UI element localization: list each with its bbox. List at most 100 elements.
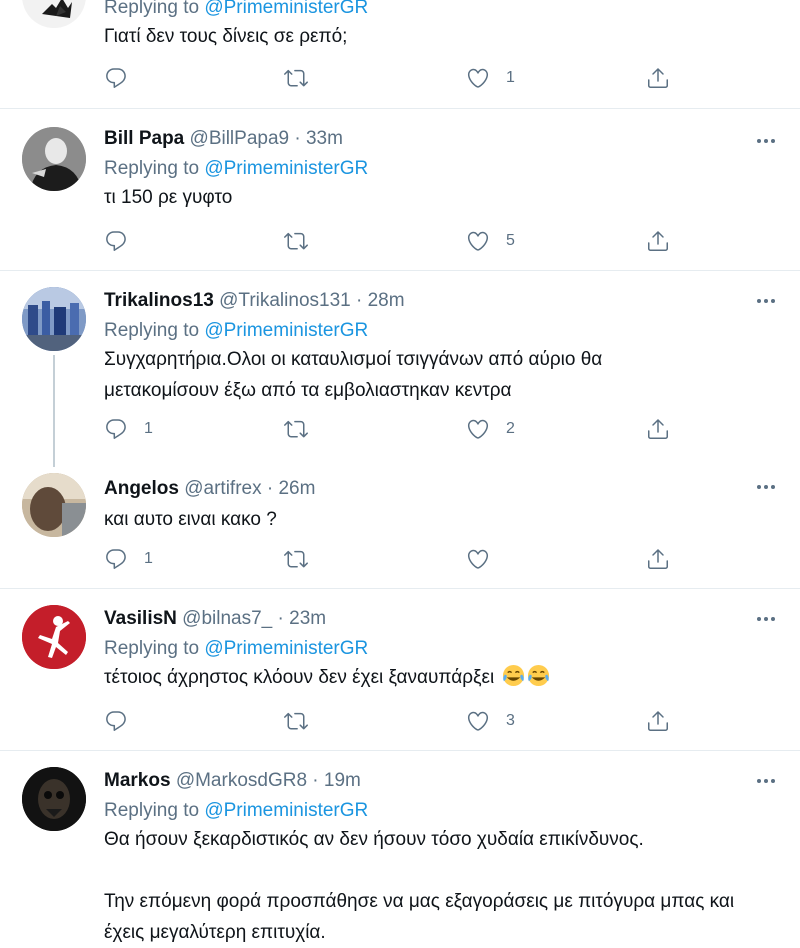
- handle-time[interactable]: @MarkosdGR8 · 19m: [176, 770, 361, 791]
- reply-button[interactable]: [104, 227, 144, 255]
- heart-outline-icon: [466, 709, 490, 733]
- share-button[interactable]: [646, 64, 670, 92]
- tweet-actions: 1: [104, 64, 684, 92]
- share-upload-icon: [646, 66, 670, 90]
- tweet-reply[interactable]: Angelos @artifrex · 26m και αυτο ειναι κ…: [0, 461, 800, 589]
- heart-outline-icon: [466, 66, 490, 90]
- avatar[interactable]: [22, 0, 86, 28]
- replying-to-label: Replying to: [104, 638, 200, 659]
- tweet-reply[interactable]: Trikalinos13 @Trikalinos131 · 28m Replyi…: [0, 271, 800, 467]
- tweet-text: τι 150 ρε γυφτο: [104, 182, 740, 213]
- speech-bubble-icon: [104, 709, 128, 733]
- heart-outline-icon: [466, 229, 490, 253]
- avatar[interactable]: [22, 287, 86, 351]
- reply-button[interactable]: 1: [104, 415, 153, 443]
- replying-to-label: Replying to: [104, 158, 200, 179]
- tweet-header: Angelos @artifrex · 26m: [104, 477, 740, 501]
- reply-button[interactable]: [104, 64, 144, 92]
- tweet-header: Markos @MarkosdGR8 · 19m: [104, 769, 740, 793]
- three-dots-icon[interactable]: [754, 769, 778, 793]
- tweet-text: Θα ήσουν ξεκαρδιστικός αν δεν ήσουν τόσο…: [104, 824, 740, 948]
- like-count: 2: [506, 420, 515, 437]
- share-button[interactable]: [646, 545, 670, 573]
- tweet-text-line: και αυτο ειναι κακο ?: [104, 509, 277, 530]
- speech-bubble-icon: [104, 66, 128, 90]
- retweet-button[interactable]: [284, 227, 324, 255]
- replying-to: Replying to @PrimeministerGR: [104, 157, 740, 181]
- retweet-button[interactable]: [284, 415, 324, 443]
- retweet-arrows-icon: [284, 547, 308, 571]
- tweet-header: Bill Papa @BillPapa9 · 33m: [104, 127, 740, 151]
- share-button[interactable]: [646, 707, 670, 735]
- share-button[interactable]: [646, 227, 670, 255]
- tweet-text-line: Θα ήσουν ξεκαρδιστικός αν δεν ήσουν τόσο…: [104, 829, 644, 850]
- share-button[interactable]: [646, 415, 670, 443]
- three-dots-icon[interactable]: [754, 129, 778, 153]
- handle-time[interactable]: @Trikalinos131 · 28m: [219, 290, 404, 311]
- three-dots-icon[interactable]: [754, 475, 778, 499]
- reply-button[interactable]: 1: [104, 545, 153, 573]
- mention-link[interactable]: @PrimeministerGR: [204, 638, 368, 659]
- reply-count: 1: [144, 420, 153, 437]
- tweet-text-line: έχεις μεγαλύτερη επιτυχία.: [104, 922, 326, 943]
- reply-button[interactable]: [104, 707, 144, 735]
- avatar[interactable]: [22, 473, 86, 537]
- thread-connector-line: [53, 355, 55, 467]
- retweet-arrows-icon: [284, 417, 308, 441]
- tweet-text: και αυτο ειναι κακο ?: [104, 504, 740, 535]
- handle-time[interactable]: @bilnas7_ · 23m: [182, 608, 326, 629]
- tweet-header: Trikalinos13 @Trikalinos131 · 28m: [104, 289, 740, 313]
- replying-to: Replying to @PrimeministerGR: [104, 799, 740, 823]
- retweet-button[interactable]: [284, 707, 324, 735]
- retweet-button[interactable]: [284, 545, 324, 573]
- like-count: 1: [506, 69, 515, 86]
- tweet-text: Γιατί δεν τους δίνεις σε ρεπό;: [104, 21, 740, 52]
- avatar[interactable]: [22, 605, 86, 669]
- tweet-reply[interactable]: VasilisN @bilnas7_ · 23m Replying to @Pr…: [0, 589, 800, 751]
- tweet-text-line: τέτοιος άχρηστος κλόουν δεν έχει ξαναυπά…: [104, 667, 495, 688]
- tweet-reply[interactable]: Bill Papa @BillPapa9 · 33m Replying to @…: [0, 109, 800, 271]
- tweet-reply[interactable]: Replying to @PrimeministerGR Γιατί δεν τ…: [0, 0, 800, 109]
- tweet-reply[interactable]: Markos @MarkosdGR8 · 19m Replying to @Pr…: [0, 751, 800, 948]
- display-name[interactable]: Trikalinos13: [104, 290, 214, 311]
- tweet-actions: 5: [104, 227, 684, 255]
- display-name[interactable]: Angelos: [104, 478, 179, 499]
- mention-link[interactable]: @PrimeministerGR: [204, 320, 368, 341]
- tweet-text-line: [104, 855, 740, 886]
- share-upload-icon: [646, 709, 670, 733]
- share-upload-icon: [646, 229, 670, 253]
- retweet-button[interactable]: [284, 64, 324, 92]
- like-button[interactable]: 1: [466, 64, 515, 92]
- replying-to-label: Replying to: [104, 800, 200, 821]
- mention-link[interactable]: @PrimeministerGR: [204, 0, 368, 18]
- display-name[interactable]: Markos: [104, 770, 171, 791]
- tweet-actions: 1: [104, 545, 684, 573]
- replying-to-label: Replying to: [104, 320, 200, 341]
- display-name[interactable]: Bill Papa: [104, 128, 184, 149]
- like-button[interactable]: 5: [466, 227, 515, 255]
- mention-link[interactable]: @PrimeministerGR: [204, 158, 368, 179]
- like-button[interactable]: 2: [466, 415, 515, 443]
- handle-time[interactable]: @BillPapa9 · 33m: [190, 128, 343, 149]
- avatar[interactable]: [22, 127, 86, 191]
- tweet-text: Συγχαρητήρια.Ολοι οι καταυλισμοί τσιγγάν…: [104, 344, 740, 406]
- like-button[interactable]: 3: [466, 707, 515, 735]
- reply-count: 1: [144, 550, 153, 567]
- replying-to-label: Replying to: [104, 0, 200, 18]
- retweet-arrows-icon: [284, 66, 308, 90]
- tweet-text-line: Συγχαρητήρια.Ολοι οι καταυλισμοί τσιγγάν…: [104, 349, 603, 370]
- tweet-text-line: τι 150 ρε γυφτο: [104, 187, 233, 208]
- share-upload-icon: [646, 417, 670, 441]
- tweet-text: τέτοιος άχρηστος κλόουν δεν έχει ξαναυπά…: [104, 662, 740, 693]
- like-button[interactable]: [466, 545, 506, 573]
- tweet-actions: 1 2: [104, 415, 684, 443]
- handle-time[interactable]: @artifrex · 26m: [184, 478, 315, 499]
- mention-link[interactable]: @PrimeministerGR: [204, 800, 368, 821]
- three-dots-icon[interactable]: [754, 289, 778, 313]
- avatar[interactable]: [22, 767, 86, 831]
- display-name[interactable]: VasilisN: [104, 608, 177, 629]
- three-dots-icon[interactable]: [754, 607, 778, 631]
- tweet-header: VasilisN @bilnas7_ · 23m: [104, 607, 740, 631]
- tweet-text-line: Γιατί δεν τους δίνεις σε ρεπό;: [104, 26, 348, 47]
- face-with-tears-of-joy-icon: [527, 664, 549, 687]
